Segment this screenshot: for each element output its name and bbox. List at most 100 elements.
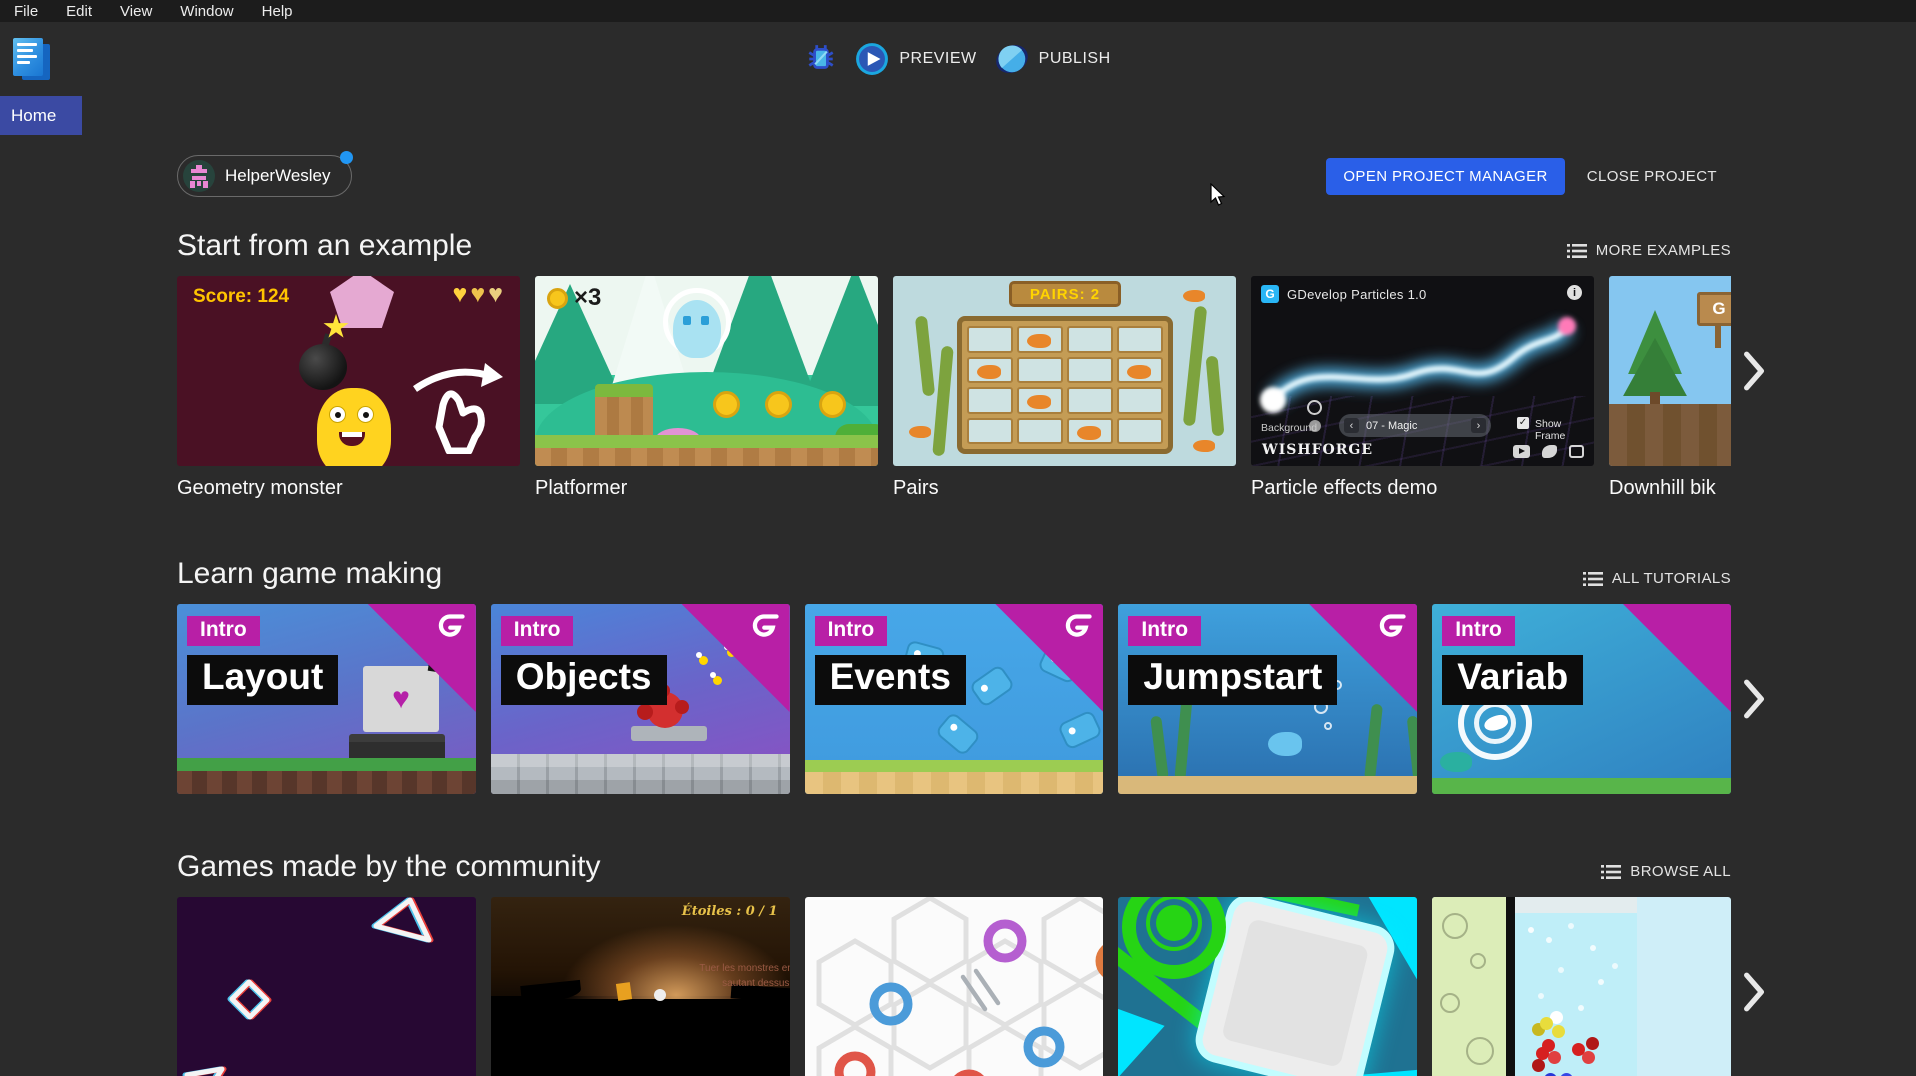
pentagon-art [330,276,394,328]
game-hint-text: Tuer les monstres en leur sautant dessus [691,961,790,991]
heart-icon: ♥ [452,280,470,308]
intro-tag: Intro [187,616,260,646]
community-tile-geometry-arcade[interactable] [1118,897,1417,1076]
fish-art [934,711,981,757]
notification-dot [340,151,353,164]
debugger-button[interactable] [805,43,837,75]
tab-home[interactable]: Home [0,96,82,135]
heart-icon: ♥ [470,280,488,308]
bomb-art [299,344,347,390]
ground-art [177,758,476,794]
tutorial-tile-events[interactable]: Intro Events [805,604,1104,794]
examples-title: Start from an example [177,229,472,263]
username: HelperWesley [225,166,331,186]
tutorial-tile-objects[interactable]: Intro Objects [491,604,790,794]
more-examples-link[interactable]: MORE EXAMPLES [1567,242,1731,263]
example-caption: Pairs [893,477,1236,500]
community-tile-hexagon-puzzle[interactable] [805,897,1104,1076]
corner-ribbon-art [1623,604,1731,712]
close-project-button[interactable]: CLOSE PROJECT [1573,158,1731,195]
tutorials-title: Learn game making [177,557,442,591]
open-project-manager-button[interactable]: OPEN PROJECT MANAGER [1326,158,1564,195]
ground-art [491,754,790,794]
tutorial-tile-layout[interactable]: Intro Layout ♥ Hi [177,604,476,794]
tutorials-next-button[interactable] [1731,604,1791,794]
project-buttons: OPEN PROJECT MANAGER CLOSE PROJECT [1326,158,1731,195]
publish-label: PUBLISH [1039,50,1111,68]
example-tile-pairs[interactable]: PAIRS: 2 [893,276,1236,466]
menu-item-window[interactable]: Window [167,3,246,20]
coin-count: ×3 [574,284,601,312]
chevron-right-icon [1742,678,1766,720]
example-caption: Geometry monster [177,477,520,500]
youtube-icon [1513,445,1530,458]
preset-selector-art: ‹ 07 - Magic › [1339,414,1491,437]
heart-icon: ♥ [488,280,506,308]
fish-art [1268,732,1302,756]
intro-tag: Intro [1442,616,1515,646]
toolbar: PREVIEW PUBLISH [0,22,1916,96]
checkbox-icon: ✓ [1517,417,1529,429]
tutorial-tile-jumpstart[interactable]: Intro Jumpstart [1118,604,1417,794]
ground-art [1118,776,1417,794]
list-icon [1583,571,1603,587]
page-header-row: HelperWesley OPEN PROJECT MANAGER CLOSE … [177,154,1731,198]
tutorial-title: Layout [187,655,338,705]
gdevelop-logo-icon [1379,609,1411,641]
browse-all-label: BROWSE ALL [1630,863,1731,880]
background-label: Background [1261,422,1317,434]
play-icon [855,42,889,76]
pairs-board-art [957,316,1173,454]
wood-sign-art: G [1697,292,1731,326]
menu-item-edit[interactable]: Edit [53,3,105,20]
tab-bar: Home [0,96,1916,135]
user-profile-chip[interactable]: HelperWesley [177,155,352,197]
all-tutorials-link[interactable]: ALL TUTORIALS [1583,570,1731,591]
arrow-left-icon: ‹ [1344,418,1359,433]
chevron-right-icon [1742,971,1766,1013]
arrow-right-icon: › [1471,418,1486,433]
community-tile-neon-shapes[interactable] [177,897,476,1076]
tutorial-tile-variables[interactable]: Intro Variab +1 [1432,604,1731,794]
hexagon-puzzle-art [805,897,1104,1076]
intro-tag: Intro [501,616,574,646]
example-caption: Platformer [535,477,878,500]
example-tile-downhill[interactable]: G [1609,276,1731,466]
twitter-icon [1542,445,1557,458]
community-tile-molecule-game[interactable] [1432,897,1731,1076]
community-next-button[interactable] [1731,897,1791,1076]
example-tile-geometry-monster[interactable]: Score: 124 ♥♥♥ [177,276,520,466]
preview-button[interactable]: PREVIEW [855,42,976,76]
scene-window-art: ♥ [363,666,439,732]
menu-item-view[interactable]: View [107,3,165,20]
community-carousel: Tuer les monstres en leur sautant dessus… [177,897,1731,1076]
tutorial-title: Events [815,655,966,705]
menu-bar: File Edit View Window Help [0,0,1916,22]
example-tile-particle-effects[interactable]: G GDevelop Particles 1.0 i Background ‹ [1251,276,1594,466]
all-tutorials-label: ALL TUTORIALS [1612,570,1731,587]
tutorial-title: Objects [501,655,667,705]
tutorial-title: Variab [1442,655,1583,705]
community-tile-sunset-game[interactable]: Tuer les monstres en leur sautant dessus… [491,897,790,1076]
monster-art [317,388,391,466]
player-art [673,300,721,358]
menu-item-file[interactable]: File [8,3,51,20]
coin-counter: ×3 [547,284,601,312]
tutorial-title: Jumpstart [1128,655,1337,705]
swipe-hand-icon [405,354,509,454]
white-block-art [1200,898,1392,1076]
publish-button[interactable]: PUBLISH [995,42,1111,76]
menu-item-help[interactable]: Help [249,3,306,20]
examples-next-button[interactable] [1731,276,1791,466]
more-examples-label: MORE EXAMPLES [1596,242,1731,259]
example-caption: Particle effects demo [1251,477,1594,500]
example-tile-platformer[interactable]: ×3 [535,276,878,466]
section-examples: Start from an example MORE EXAMPLES Scor… [177,229,1916,500]
browse-all-link[interactable]: BROWSE ALL [1601,863,1731,884]
fish-art [1056,709,1102,750]
gdevelop-logo-icon: G [1261,285,1279,303]
toolbar-center: PREVIEW PUBLISH [0,22,1916,96]
preview-label: PREVIEW [899,50,976,68]
bee-art [699,656,708,665]
score-label: Score: 124 [193,286,289,308]
